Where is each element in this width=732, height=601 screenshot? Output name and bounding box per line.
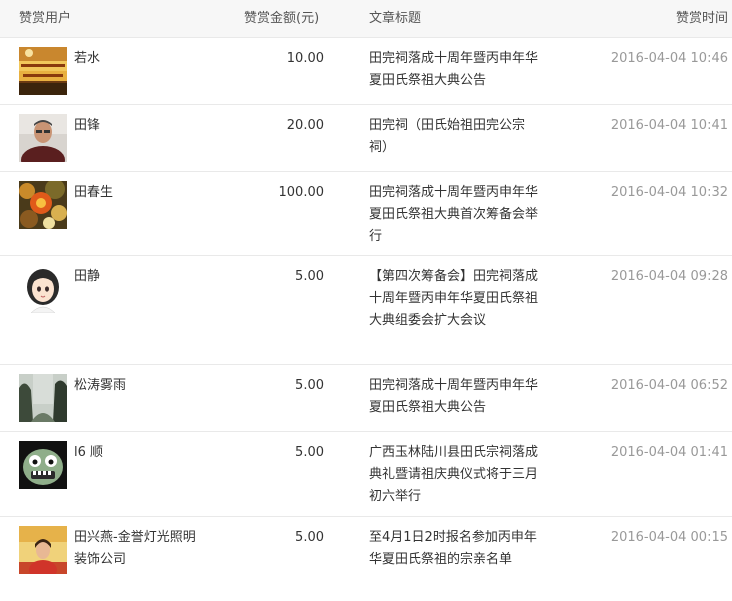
user-name[interactable]: 田春生 <box>74 182 113 204</box>
header-title: 文章标题 <box>369 11 422 26</box>
user-name[interactable]: 田锋 <box>74 115 100 137</box>
reward-amount: 5.00 <box>295 378 324 393</box>
article-title-link[interactable]: 田完祠落成十周年暨丙申年华夏田氏祭祖大典首次筹备会举行 <box>369 182 539 248</box>
article-title-link[interactable]: 田完祠落成十周年暨丙申年华夏田氏祭祖大典公告 <box>369 48 539 92</box>
reward-amount: 5.00 <box>295 269 324 284</box>
reward-amount: 100.00 <box>278 185 325 200</box>
article-title-link[interactable]: 田完祠（田氏始祖田完公宗祠） <box>369 115 539 159</box>
user-name[interactable]: 若水 <box>74 48 100 70</box>
header-amount: 赞赏金额(元) <box>244 11 320 26</box>
article-title-link[interactable]: 【第四次筹备会】田完祠落成十周年暨丙申年华夏田氏祭祖大典组委会扩大会议 <box>369 266 539 332</box>
reward-time: 2016-04-04 01:41 <box>610 445 728 460</box>
table-row: 若水 10.00 田完祠落成十周年暨丙申年华夏田氏祭祖大典公告 2016-04-… <box>0 38 732 105</box>
article-title-link[interactable]: 至4月1日2时报名参加丙申年华夏田氏祭祖的宗亲名单 <box>369 527 539 571</box>
user-name[interactable]: 田静 <box>74 266 100 288</box>
table-row: 田锋 20.00 田完祠（田氏始祖田完公宗祠） 2016-04-04 10:41 <box>0 105 732 172</box>
landscape-avatar[interactable] <box>19 374 67 422</box>
article-title-link[interactable]: 田完祠落成十周年暨丙申年华夏田氏祭祖大典公告 <box>369 375 539 419</box>
flower-avatar[interactable] <box>19 181 67 229</box>
reward-amount: 5.00 <box>295 530 324 545</box>
table-row: l6 顺 5.00 广西玉林陆川县田氏宗祠落成典礼暨请祖庆典仪式将于三月初六举行… <box>0 432 732 517</box>
header-time: 赞赏时间 <box>675 11 728 26</box>
reward-amount: 10.00 <box>286 51 324 66</box>
reward-time: 2016-04-04 00:15 <box>610 530 728 545</box>
table-row: 松涛雾雨 5.00 田完祠落成十周年暨丙申年华夏田氏祭祖大典公告 2016-04… <box>0 365 732 432</box>
table-row: 田静 5.00 【第四次筹备会】田完祠落成十周年暨丙申年华夏田氏祭祖大典组委会扩… <box>0 256 732 365</box>
user-name[interactable]: 松涛雾雨 <box>74 375 126 397</box>
monster-avatar[interactable] <box>19 441 67 489</box>
header-user: 赞赏用户 <box>19 11 72 26</box>
reward-time: 2016-04-04 09:28 <box>610 269 728 284</box>
user-name[interactable]: 田兴燕-金誉灯光照明装饰公司 <box>74 527 204 571</box>
table-header: 赞赏用户 赞赏金额(元) 文章标题 赞赏时间 <box>0 0 732 38</box>
reward-time: 2016-04-04 10:41 <box>610 118 728 133</box>
reward-amount: 5.00 <box>295 445 324 460</box>
article-title-link[interactable]: 广西玉林陆川县田氏宗祠落成典礼暨请祖庆典仪式将于三月初六举行 <box>369 442 539 508</box>
cartoon-girl-avatar[interactable] <box>19 265 67 313</box>
table-row: 田兴燕-金誉灯光照明装饰公司 5.00 至4月1日2时报名参加丙申年华夏田氏祭祖… <box>0 517 732 601</box>
reward-table: 赞赏用户 赞赏金额(元) 文章标题 赞赏时间 若水 10.00 田完祠落成十周年… <box>0 0 732 601</box>
reward-amount: 20.00 <box>286 118 324 133</box>
table-row: 田春生 100.00 田完祠落成十周年暨丙申年华夏田氏祭祖大典首次筹备会举行 2… <box>0 172 732 256</box>
user-name[interactable]: l6 顺 <box>74 442 103 464</box>
reward-time: 2016-04-04 10:32 <box>610 185 728 200</box>
reward-time: 2016-04-04 10:46 <box>610 51 728 66</box>
woman-avatar[interactable] <box>19 526 67 574</box>
reward-time: 2016-04-04 06:52 <box>610 378 728 393</box>
banner-avatar[interactable] <box>19 47 67 95</box>
man-avatar[interactable] <box>19 114 67 162</box>
